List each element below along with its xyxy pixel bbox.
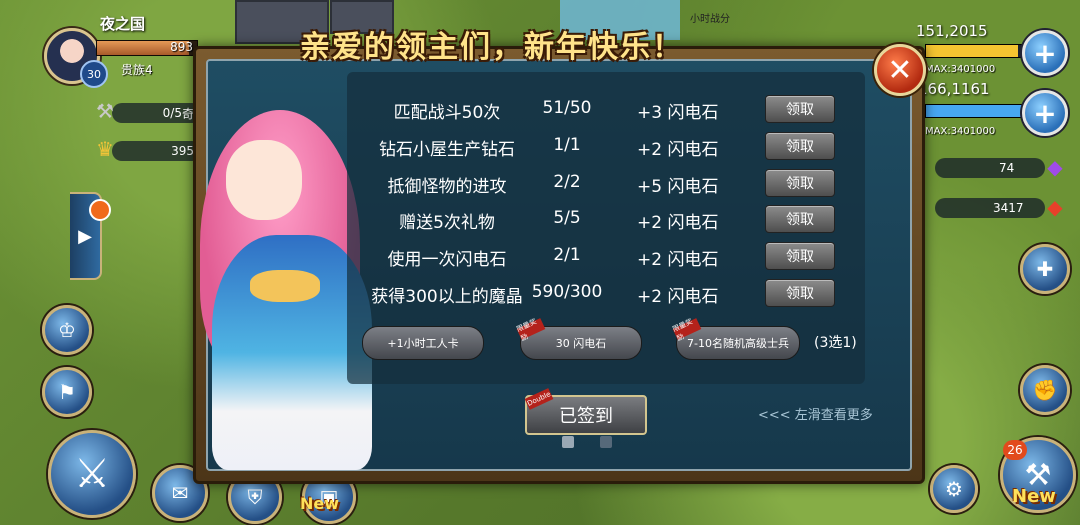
muscle-icon: ✊ bbox=[1032, 378, 1058, 402]
choose-note: (3选1) bbox=[814, 335, 857, 351]
claim-button[interactable]: 领取 bbox=[765, 279, 835, 307]
page-indicator-dot[interactable] bbox=[600, 436, 612, 448]
task-name: 抵御怪物的进攻 bbox=[387, 177, 507, 197]
task-name: 使用一次闪电石 bbox=[387, 250, 507, 270]
task-row: 赠送5次礼物 5/5 +2 闪电石 领取 bbox=[347, 200, 865, 236]
task-progress: 5/5 bbox=[553, 208, 581, 228]
crowns-value: 395 bbox=[171, 144, 194, 158]
dialog-title: 亲爱的领主们，新年快乐！ bbox=[300, 30, 684, 65]
task-progress: 590/300 bbox=[531, 282, 603, 302]
task-reward: +2 闪电石 bbox=[637, 213, 719, 233]
claim-button[interactable]: 领取 bbox=[765, 95, 835, 123]
task-progress: 1/1 bbox=[553, 135, 581, 155]
gold-fill bbox=[926, 45, 1018, 57]
reward-label: 7-10名随机高级士兵 bbox=[687, 337, 789, 350]
ranking-button[interactable]: ♔ bbox=[42, 305, 92, 355]
red-gem-counter[interactable]: 3417 bbox=[935, 198, 1045, 218]
claim-button[interactable]: 领取 bbox=[765, 205, 835, 233]
red-gem-value: 3417 bbox=[993, 201, 1024, 215]
builders-counter[interactable]: 0/5 奇 bbox=[112, 103, 202, 123]
close-button[interactable]: ✕ bbox=[874, 44, 926, 96]
player-name: 夜之国 bbox=[100, 15, 146, 33]
task-reward: +2 闪电石 bbox=[637, 250, 719, 270]
add-gold-button[interactable]: + bbox=[1022, 30, 1068, 76]
gold-bar bbox=[925, 44, 1031, 58]
gold-max: MAX:3401000 bbox=[925, 64, 996, 75]
settings-button[interactable]: ⚙ bbox=[930, 465, 978, 513]
builders-value: 0/5 bbox=[162, 106, 182, 120]
map-label: 小时战分 bbox=[690, 14, 730, 25]
claim-button[interactable]: 领取 bbox=[765, 169, 835, 197]
close-icon: ✕ bbox=[887, 52, 913, 88]
elixir-bar bbox=[925, 104, 1031, 118]
crown-icon: ♔ bbox=[58, 318, 76, 342]
new-badge: New bbox=[300, 494, 340, 513]
signed-in-label: 已签到 bbox=[559, 406, 613, 427]
sword-icon: ⚔ bbox=[74, 451, 110, 497]
claim-button[interactable]: 领取 bbox=[765, 132, 835, 160]
character-face bbox=[226, 140, 302, 220]
task-row: 抵御怪物的进攻 2/2 +5 闪电石 领取 bbox=[347, 164, 865, 200]
player-hp-value: 893 bbox=[170, 40, 193, 54]
task-progress: 51/50 bbox=[542, 98, 592, 118]
task-progress: 2/1 bbox=[553, 245, 581, 265]
player-rank: 贵族4 bbox=[121, 63, 153, 77]
reward-option-worker-card[interactable]: +1小时工人卡 bbox=[362, 326, 484, 360]
player-hp-bar: 893 bbox=[96, 40, 198, 56]
plus-icon: + bbox=[1033, 36, 1057, 70]
gear-icon: ⚙ bbox=[945, 477, 963, 501]
swipe-hint: <<< 左滑查看更多 bbox=[758, 408, 873, 423]
build-notification-count: 26 bbox=[1003, 440, 1027, 460]
new-badge: New bbox=[1012, 486, 1056, 507]
task-reward: +2 闪电石 bbox=[637, 287, 719, 307]
crowns-counter[interactable]: 395 bbox=[112, 141, 202, 161]
purple-gem-counter[interactable]: 74 bbox=[935, 158, 1045, 178]
character-bow bbox=[250, 270, 320, 302]
purple-gem-icon: ◆ bbox=[1047, 155, 1063, 179]
page-indicator-dot[interactable] bbox=[562, 436, 574, 448]
troops-button[interactable]: ✊ bbox=[1020, 365, 1070, 415]
shield-status-button[interactable]: ✚ bbox=[1020, 244, 1070, 294]
notification-dot bbox=[89, 199, 111, 221]
task-reward: +2 闪电石 bbox=[637, 140, 719, 160]
task-name: 钻石小屋生产钻石 bbox=[379, 140, 515, 160]
task-name: 赠送5次礼物 bbox=[399, 213, 495, 233]
crown-icon: ♛ bbox=[96, 137, 114, 161]
task-row: 使用一次闪电石 2/1 +2 闪电石 领取 bbox=[347, 237, 865, 273]
banner-icon: ⚑ bbox=[58, 380, 76, 404]
task-name: 获得300以上的魔晶 bbox=[371, 287, 523, 307]
gold-value: 151,2015 bbox=[916, 22, 988, 40]
arrow-right-icon: ▶ bbox=[78, 225, 92, 247]
task-reward: +5 闪电石 bbox=[637, 177, 719, 197]
elixir-value: 166,1161 bbox=[918, 80, 990, 98]
reward-label: 30 闪电石 bbox=[555, 337, 607, 350]
reward-label: +1小时工人卡 bbox=[387, 337, 459, 350]
plus-icon: + bbox=[1033, 96, 1057, 130]
shield-icon: ⛨ bbox=[247, 485, 263, 509]
claim-button[interactable]: 领取 bbox=[765, 242, 835, 270]
hammer-icon: ⚒ bbox=[96, 99, 114, 123]
red-gem-icon: ◆ bbox=[1047, 195, 1063, 219]
scroll-icon: ✉ bbox=[171, 481, 189, 505]
add-elixir-button[interactable]: + bbox=[1022, 90, 1068, 136]
alliance-button[interactable]: ⚑ bbox=[42, 367, 92, 417]
task-reward: +3 闪电石 bbox=[637, 103, 719, 123]
task-row: 获得300以上的魔晶 590/300 +2 闪电石 领取 bbox=[347, 274, 865, 310]
elixir-max: MAX:3401000 bbox=[925, 126, 996, 137]
elixir-fill bbox=[926, 105, 1022, 117]
task-name: 匹配战斗50次 bbox=[393, 103, 501, 123]
task-row: 钻石小屋生产钻石 1/1 +2 闪电石 领取 bbox=[347, 127, 865, 163]
task-row: 匹配战斗50次 51/50 +3 闪电石 领取 bbox=[347, 90, 865, 126]
attack-button[interactable]: ⚔ bbox=[48, 430, 136, 518]
purple-gem-value: 74 bbox=[999, 161, 1015, 175]
task-progress: 2/2 bbox=[553, 172, 581, 192]
player-level-badge: 30 bbox=[80, 60, 108, 88]
shield-icon: ✚ bbox=[1036, 257, 1054, 281]
